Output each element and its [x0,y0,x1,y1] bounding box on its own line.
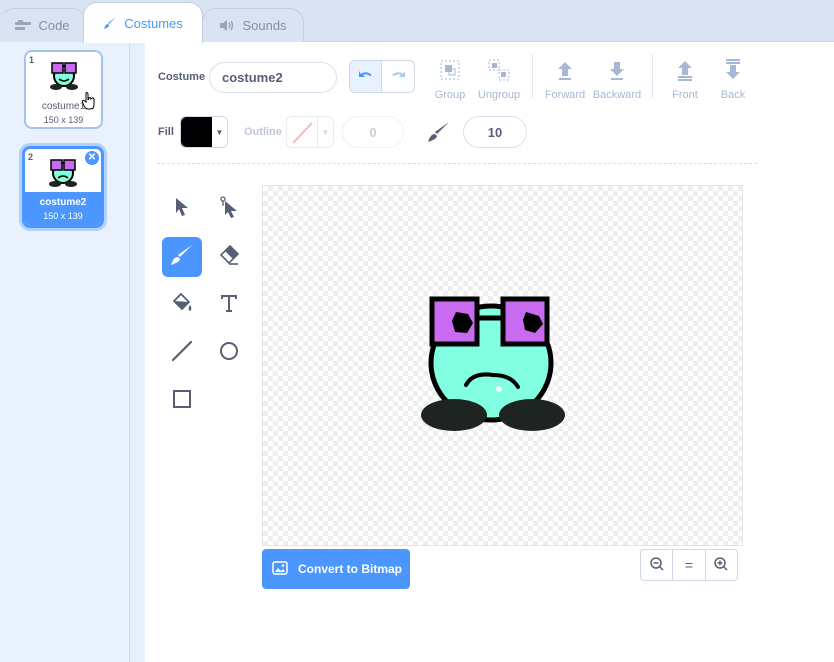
fill-tool[interactable] [162,285,202,325]
select-arrow-icon [173,197,191,222]
code-icon [15,19,32,32]
zoom-in-icon [713,556,729,575]
undo-button[interactable] [350,61,383,92]
tab-code[interactable]: Code [0,8,86,42]
group-icon [439,59,461,84]
zoom-controls: = [640,549,738,581]
backward-label: Backward [592,89,642,101]
circle-icon [218,340,240,367]
forward-button[interactable]: Forward [538,58,592,101]
fill-label: Fill [158,126,174,138]
circle-tool[interactable] [209,333,249,373]
undo-icon [358,68,374,86]
outline-color-picker[interactable]: ▼ [286,116,334,148]
zoom-out-icon [649,556,665,575]
eraser-tool[interactable] [209,237,249,277]
backward-button[interactable]: Backward [589,58,645,101]
image-icon [272,560,288,578]
toolbar-separator [157,163,757,164]
brush-size-icon [427,121,451,148]
costume-label: Costume [158,71,206,83]
costume-name: costume2 [39,197,87,208]
brush-icon [103,16,117,30]
brush-size-input[interactable]: 10 [463,116,527,148]
convert-to-bitmap-label: Convert to Bitmap [298,562,403,576]
fill-color-picker[interactable]: ▼ [180,116,228,148]
paint-editor: Costume costume2 Group Ungroup Forward B… [145,42,834,662]
group-button[interactable]: Group [423,58,477,101]
rectangle-tool[interactable] [162,381,202,421]
hand-cursor-icon [81,92,96,115]
costume-drawing [421,296,565,431]
arrow-down-icon [606,59,628,84]
undo-redo-group [349,60,415,93]
costume-number: 2 [28,152,34,162]
brush-tool[interactable] [162,237,202,277]
send-to-back-icon [722,58,744,84]
text-tool[interactable] [209,285,249,325]
back-label: Back [720,89,746,101]
costume-size: 150 x 139 [43,115,84,125]
line-icon [171,340,193,367]
reshape-tool[interactable] [209,189,249,229]
costume-name-input[interactable]: costume2 [209,62,337,93]
tab-code-label: Code [38,18,70,33]
costume-tile-2[interactable]: 2 ✕ costume2 150 x 139 [22,146,104,228]
costume-number: 1 [29,55,35,65]
ungroup-label: Ungroup [477,89,521,101]
toolbar-divider [532,54,533,98]
costume-tile-1[interactable]: 1 costume1 150 x 139 [24,50,103,129]
no-color-icon [287,117,318,147]
redo-button[interactable] [382,61,414,92]
costume-thumbnail [49,159,77,187]
chevron-down-icon: ▼ [321,127,330,137]
outline-width-input[interactable]: 0 [342,116,404,148]
zoom-reset-button[interactable]: = [672,550,704,580]
bring-to-front-icon [674,59,696,84]
group-label: Group [434,89,466,101]
tab-bar: Code Costumes Sounds [0,0,834,43]
costume-thumbnail [50,62,78,90]
forward-label: Forward [544,89,586,101]
ungroup-button[interactable]: Ungroup [472,58,526,101]
speaker-icon [219,19,235,32]
convert-to-bitmap-button[interactable]: Convert to Bitmap [262,549,410,589]
front-label: Front [672,89,698,101]
redo-icon [390,68,406,86]
text-icon [219,293,239,318]
front-button[interactable]: Front [658,58,712,101]
drawing-canvas[interactable] [262,185,743,546]
close-icon: ✕ [87,152,97,163]
ungroup-icon [488,59,510,84]
line-tool[interactable] [162,333,202,373]
zoom-reset-label: = [684,557,694,573]
costume-list: 1 costume1 150 x 139 2 ✕ costume2 150 x … [0,42,130,662]
toolbar-divider [652,54,653,98]
delete-costume-button[interactable]: ✕ [85,151,99,165]
zoom-in-button[interactable] [704,550,737,580]
chevron-down-icon: ▼ [215,127,224,137]
brush-icon [170,244,194,271]
fill-color-swatch [181,117,212,147]
costume-size: 150 x 139 [43,211,83,221]
tab-sounds-label: Sounds [242,18,287,33]
zoom-out-button[interactable] [641,550,672,580]
outline-label: Outline [244,126,282,138]
back-button[interactable]: Back [706,58,760,101]
paint-bucket-icon [170,292,194,319]
eraser-icon [218,244,240,271]
select-tool[interactable] [162,189,202,229]
tab-costumes-label: Costumes [124,15,183,31]
rectangle-icon [172,389,192,414]
reshape-icon [218,195,240,223]
tab-sounds[interactable]: Sounds [202,8,304,42]
arrow-up-icon [554,59,576,84]
tab-costumes[interactable]: Costumes [83,2,203,43]
